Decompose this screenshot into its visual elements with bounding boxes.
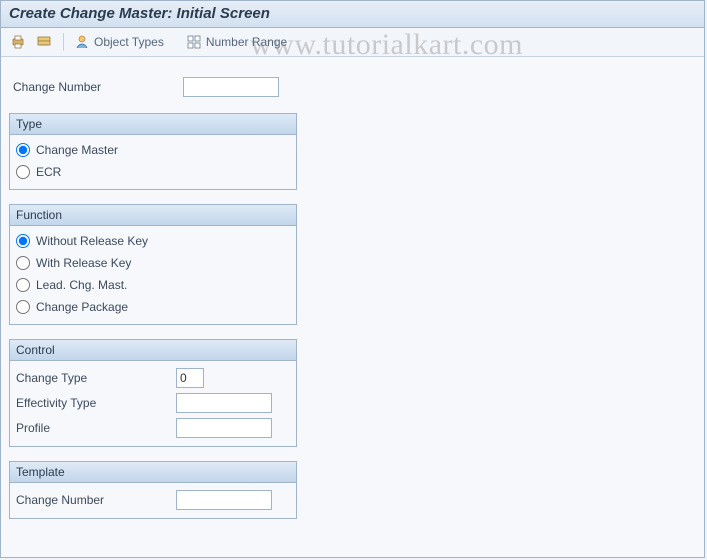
number-range-label: Number Range	[206, 35, 287, 49]
function-option-change-package[interactable]: Change Package	[16, 296, 290, 318]
change-type-input[interactable]	[176, 368, 204, 388]
change-number-label: Change Number	[9, 80, 183, 94]
type-option-change-master[interactable]: Change Master	[16, 139, 290, 161]
profile-input[interactable]	[176, 418, 272, 438]
toolbar-separator	[63, 33, 64, 51]
function-group: Function Without Release Key With Releas…	[9, 204, 297, 325]
control-group-title: Control	[10, 340, 296, 361]
control-group: Control Change Type Effectivity Type Pro…	[9, 339, 297, 447]
template-change-number-label: Change Number	[16, 493, 176, 507]
work-area: Change Number Type Change Master ECR Fun…	[1, 57, 704, 529]
type-group-title: Type	[10, 114, 296, 135]
object-types-button[interactable]: Object Types	[72, 31, 170, 53]
sap-window: Create Change Master: Initial Screen Obj…	[0, 0, 705, 558]
type-radio-change-master[interactable]	[16, 143, 30, 157]
type-group-body: Change Master ECR	[10, 135, 296, 189]
number-range-button[interactable]: Number Range	[184, 31, 293, 53]
effectivity-type-label: Effectivity Type	[16, 396, 176, 410]
page-title: Create Change Master: Initial Screen	[1, 1, 704, 28]
template-group: Template Change Number	[9, 461, 297, 519]
find-icon[interactable]	[33, 31, 55, 53]
change-type-label: Change Type	[16, 371, 176, 385]
person-icon	[74, 34, 90, 50]
change-type-row: Change Type	[16, 365, 290, 390]
function-group-body: Without Release Key With Release Key Lea…	[10, 226, 296, 324]
object-types-label: Object Types	[94, 35, 164, 49]
profile-label: Profile	[16, 421, 176, 435]
function-label-change-package: Change Package	[36, 300, 128, 314]
template-group-title: Template	[10, 462, 296, 483]
function-label-without-release: Without Release Key	[36, 234, 148, 248]
type-label-ecr: ECR	[36, 165, 61, 179]
application-toolbar: Object Types Number Range	[1, 28, 704, 57]
change-number-input[interactable]	[183, 77, 279, 97]
function-label-with-release: With Release Key	[36, 256, 131, 270]
grid-icon	[186, 34, 202, 50]
control-group-body: Change Type Effectivity Type Profile	[10, 361, 296, 446]
function-group-title: Function	[10, 205, 296, 226]
function-option-with-release[interactable]: With Release Key	[16, 252, 290, 274]
profile-row: Profile	[16, 415, 290, 440]
function-radio-without-release[interactable]	[16, 234, 30, 248]
type-group: Type Change Master ECR	[9, 113, 297, 190]
template-change-number-row: Change Number	[16, 487, 290, 512]
change-number-row: Change Number	[9, 75, 696, 99]
print-icon[interactable]	[7, 31, 29, 53]
function-option-without-release[interactable]: Without Release Key	[16, 230, 290, 252]
template-group-body: Change Number	[10, 483, 296, 518]
effectivity-type-input[interactable]	[176, 393, 272, 413]
template-change-number-input[interactable]	[176, 490, 272, 510]
effectivity-type-row: Effectivity Type	[16, 390, 290, 415]
function-label-lead-chg: Lead. Chg. Mast.	[36, 278, 127, 292]
function-radio-lead-chg[interactable]	[16, 278, 30, 292]
type-option-ecr[interactable]: ECR	[16, 161, 290, 183]
type-radio-ecr[interactable]	[16, 165, 30, 179]
function-radio-with-release[interactable]	[16, 256, 30, 270]
type-label-change-master: Change Master	[36, 143, 118, 157]
function-radio-change-package[interactable]	[16, 300, 30, 314]
function-option-lead-chg[interactable]: Lead. Chg. Mast.	[16, 274, 290, 296]
